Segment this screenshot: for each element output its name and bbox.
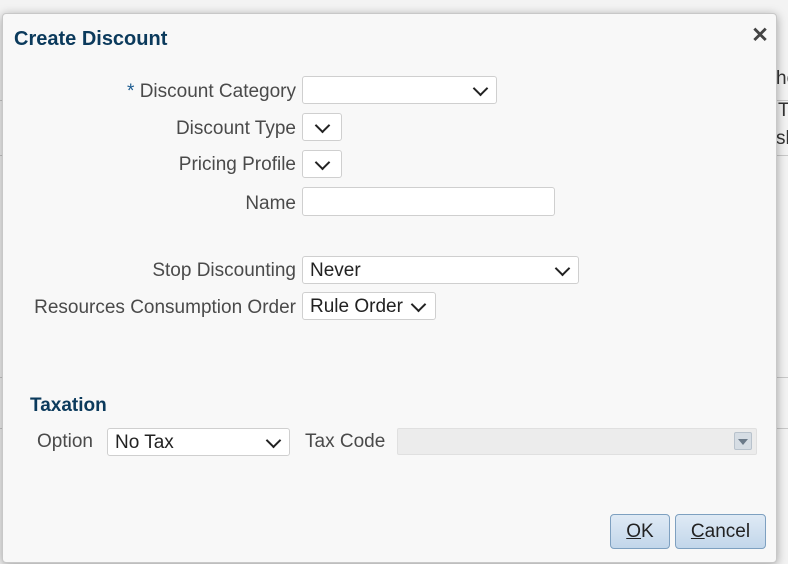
background-text: ho xyxy=(776,68,788,89)
cancel-button[interactable]: Cancel xyxy=(675,514,766,549)
option-label: Option xyxy=(37,431,93,452)
tax-option-select[interactable]: No Tax xyxy=(107,428,290,456)
pricing-profile-label: Pricing Profile xyxy=(178,154,296,175)
discount-category-label: * Discount Category xyxy=(127,81,296,103)
cancel-button-label: ancel xyxy=(704,521,751,542)
tax-code-select xyxy=(397,428,757,455)
discount-type-select[interactable] xyxy=(302,113,342,141)
discount-category-select[interactable] xyxy=(302,76,497,104)
pricing-profile-select[interactable] xyxy=(302,150,342,178)
ok-button-label: K xyxy=(641,521,654,542)
chevron-down-icon xyxy=(314,117,331,134)
background-text: T xyxy=(778,100,788,121)
chevron-down-icon xyxy=(554,260,571,277)
discount-category-label-text: Discount Category xyxy=(139,81,296,102)
chevron-down-icon xyxy=(265,432,282,449)
discount-type-label: Discount Type xyxy=(175,118,296,139)
resources-consumption-order-value: Rule Order xyxy=(310,296,403,317)
name-label: Name xyxy=(245,193,296,214)
stop-discounting-select[interactable]: Never xyxy=(302,256,579,284)
ok-button[interactable]: OK xyxy=(610,514,670,549)
cancel-button-mnemonic: C xyxy=(690,521,705,542)
required-indicator: * xyxy=(127,81,135,102)
stop-discounting-label: Stop Discounting xyxy=(152,260,296,281)
name-input[interactable] xyxy=(302,187,555,216)
dialog-title: Create Discount xyxy=(14,28,168,50)
close-icon[interactable]: ✕ xyxy=(751,25,769,47)
tax-code-label: Tax Code xyxy=(305,431,386,452)
dropdown-arrow-icon xyxy=(734,432,752,450)
tax-option-value: No Tax xyxy=(115,432,174,453)
background-text: sh xyxy=(776,128,788,149)
resources-consumption-order-label: Resources Consumption Order xyxy=(34,297,296,318)
chevron-down-icon xyxy=(314,154,331,171)
resources-consumption-order-select[interactable]: Rule Order xyxy=(302,292,436,320)
chevron-down-icon xyxy=(472,80,489,97)
taxation-heading: Taxation xyxy=(30,395,107,416)
create-discount-dialog: Create Discount ✕ * Discount Category Di… xyxy=(2,13,777,563)
chevron-down-icon xyxy=(410,296,427,313)
stop-discounting-value: Never xyxy=(310,260,361,281)
ok-button-mnemonic: O xyxy=(626,521,642,542)
